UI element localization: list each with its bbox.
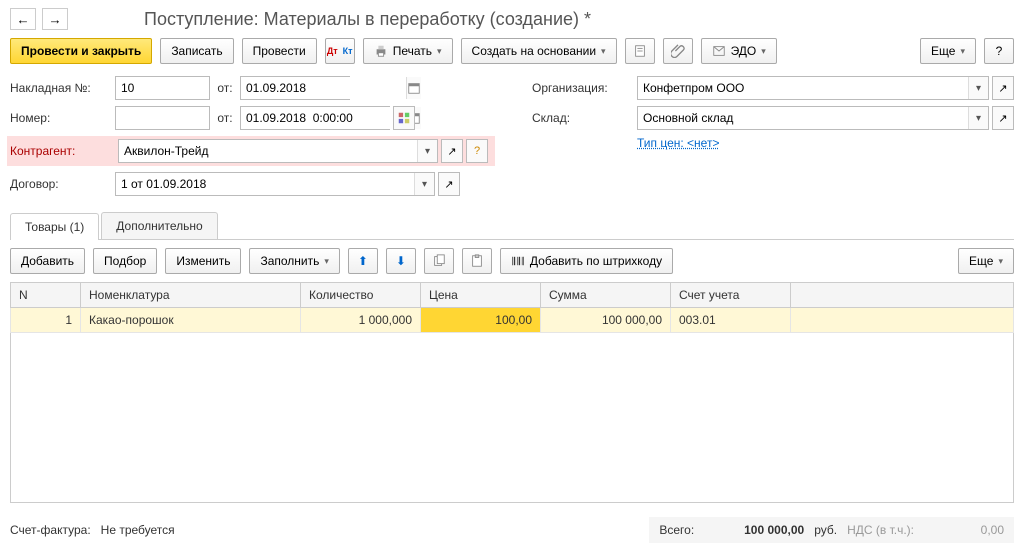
report-button[interactable] xyxy=(625,38,655,64)
paperclip-icon xyxy=(671,44,685,58)
col-price[interactable]: Цена xyxy=(421,283,541,308)
number-date-input[interactable] xyxy=(241,107,406,129)
invoice-no-input[interactable] xyxy=(115,76,210,100)
save-button[interactable]: Записать xyxy=(160,38,233,64)
edo-icon xyxy=(712,44,726,58)
table-row[interactable]: 1 Какао-порошок 1 000,000 100,00 100 000… xyxy=(11,308,1014,333)
number-input[interactable] xyxy=(115,106,210,130)
counterparty-label: Контрагент: xyxy=(10,144,115,158)
post-close-button[interactable]: Провести и закрыть xyxy=(10,38,152,64)
col-empty xyxy=(791,283,1014,308)
counterparty-open-button[interactable]: ↗ xyxy=(441,139,463,163)
copy-icon xyxy=(432,254,446,268)
cell-n[interactable]: 1 xyxy=(11,308,81,333)
dtkt-button[interactable]: ДтКт xyxy=(325,38,355,64)
from-label-1: от: xyxy=(210,81,240,95)
table-empty-area[interactable] xyxy=(10,333,1014,503)
col-n[interactable]: N xyxy=(11,283,81,308)
contract-label: Договор: xyxy=(10,177,115,191)
contract-dropdown[interactable]: ▾ xyxy=(414,173,434,195)
edit-button[interactable]: Изменить xyxy=(165,248,241,274)
col-account[interactable]: Счет учета xyxy=(671,283,791,308)
org-open-button[interactable]: ↗ xyxy=(992,76,1014,100)
grid-icon xyxy=(397,111,411,125)
warehouse-input[interactable] xyxy=(638,107,968,129)
cell-qty[interactable]: 1 000,000 xyxy=(301,308,421,333)
invoice-footer-label: Счет-фактура: xyxy=(10,523,91,537)
total-label: Всего: xyxy=(659,523,694,537)
barcode-button[interactable]: Добавить по штрихкоду xyxy=(500,248,673,274)
tab-more-button[interactable]: Еще▾ xyxy=(958,248,1014,274)
goods-table: N Номенклатура Количество Цена Сумма Сче… xyxy=(10,282,1014,333)
cell-account[interactable]: 003.01 xyxy=(671,308,791,333)
invoice-no-label: Накладная №: xyxy=(10,81,115,95)
invoice-footer-value: Не требуется xyxy=(101,523,175,537)
cell-item[interactable]: Какао-порошок xyxy=(81,308,301,333)
col-item[interactable]: Номенклатура xyxy=(81,283,301,308)
move-down-button[interactable]: ⬇ xyxy=(386,248,416,274)
pick-button[interactable]: Подбор xyxy=(93,248,157,274)
contract-input[interactable] xyxy=(116,173,414,195)
more-button[interactable]: Еще▾ xyxy=(920,38,976,64)
printer-icon xyxy=(374,44,388,58)
calendar-icon xyxy=(407,81,421,95)
from-label-2: от: xyxy=(210,111,240,125)
col-sum[interactable]: Сумма xyxy=(541,283,671,308)
calendar-button-1[interactable] xyxy=(406,77,421,99)
price-type-link[interactable]: Тип цен: <нет> xyxy=(637,136,719,150)
invoice-date-input[interactable] xyxy=(241,77,406,99)
counterparty-input[interactable] xyxy=(119,140,417,162)
help-button[interactable]: ? xyxy=(984,38,1014,64)
barcode-icon xyxy=(511,254,525,268)
number-label: Номер: xyxy=(10,111,115,125)
col-qty[interactable]: Количество xyxy=(301,283,421,308)
warehouse-open-button[interactable]: ↗ xyxy=(992,106,1014,130)
org-label: Организация: xyxy=(532,81,637,95)
paste-icon xyxy=(470,254,484,268)
page-title: Поступление: Материалы в переработку (со… xyxy=(144,9,591,30)
document-icon xyxy=(633,44,647,58)
number-extra-button[interactable] xyxy=(393,106,415,130)
attach-button[interactable] xyxy=(663,38,693,64)
post-button[interactable]: Провести xyxy=(242,38,317,64)
contract-open-button[interactable]: ↗ xyxy=(438,172,460,196)
add-button[interactable]: Добавить xyxy=(10,248,85,274)
currency-label: руб. xyxy=(814,523,837,537)
vat-label: НДС (в т.ч.): xyxy=(847,523,914,537)
create-based-button[interactable]: Создать на основании▾ xyxy=(461,38,617,64)
nav-back-button[interactable]: ← xyxy=(10,8,36,30)
tab-extra[interactable]: Дополнительно xyxy=(101,212,217,239)
counterparty-help-button[interactable]: ? xyxy=(466,139,488,163)
edo-button[interactable]: ЭДО▾ xyxy=(701,38,777,64)
copy-button[interactable] xyxy=(424,248,454,274)
nav-forward-button[interactable]: → xyxy=(42,8,68,30)
total-value: 100 000,00 xyxy=(704,523,804,537)
org-input[interactable] xyxy=(638,77,968,99)
warehouse-dropdown[interactable]: ▾ xyxy=(968,107,988,129)
org-dropdown[interactable]: ▾ xyxy=(968,77,988,99)
paste-button[interactable] xyxy=(462,248,492,274)
vat-value: 0,00 xyxy=(924,523,1004,537)
print-button[interactable]: Печать▾ xyxy=(363,38,453,64)
tab-goods[interactable]: Товары (1) xyxy=(10,213,99,240)
fill-button[interactable]: Заполнить▾ xyxy=(249,248,339,274)
warehouse-label: Склад: xyxy=(532,111,637,125)
cell-price[interactable]: 100,00 xyxy=(421,308,541,333)
counterparty-dropdown[interactable]: ▾ xyxy=(417,140,437,162)
cell-sum[interactable]: 100 000,00 xyxy=(541,308,671,333)
move-up-button[interactable]: ⬆ xyxy=(348,248,378,274)
